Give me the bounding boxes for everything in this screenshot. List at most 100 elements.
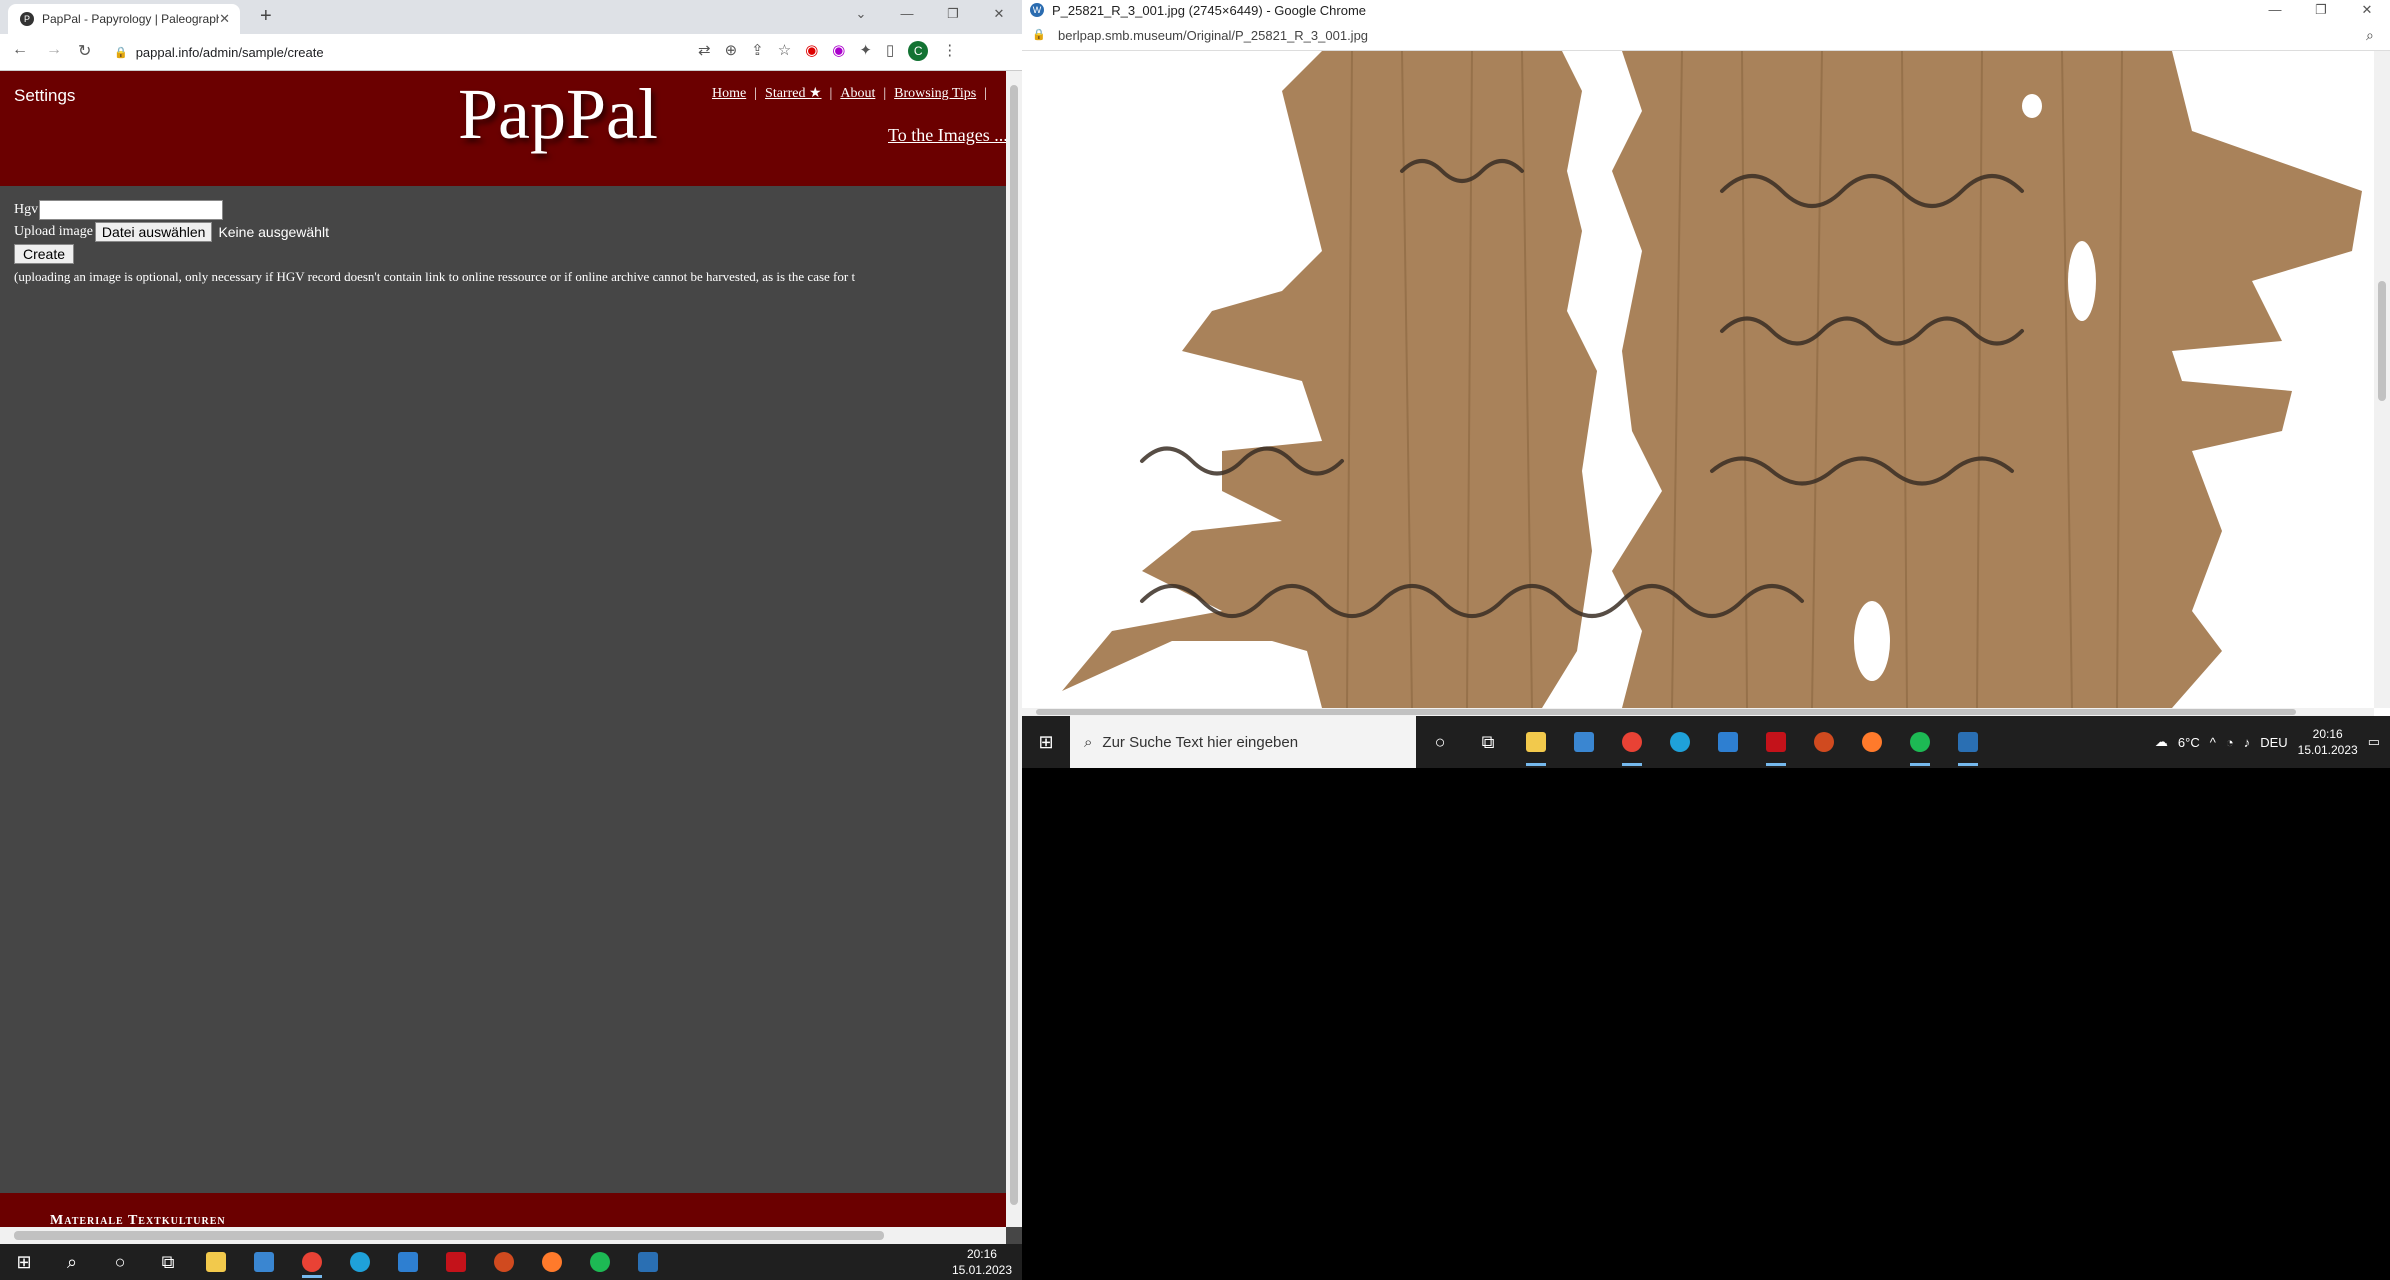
reload-icon[interactable]: ↻ bbox=[78, 41, 91, 61]
spotify-icon[interactable] bbox=[1896, 716, 1944, 768]
right-browser-window: W P_25821_R_3_001.jpg (2745×6449) - Goog… bbox=[1022, 0, 2390, 716]
papyrus-image[interactable] bbox=[1022, 51, 2390, 708]
url-text: pappal.info/admin/sample/create bbox=[135, 44, 324, 60]
upload-image-label: Upload image bbox=[14, 224, 93, 239]
clock[interactable]: 20:16 15.01.2023 bbox=[2298, 726, 2358, 758]
store-icon[interactable] bbox=[1560, 716, 1608, 768]
create-button[interactable]: Create bbox=[14, 244, 75, 264]
pappal-page: Settings PapPal Home | Starred ★ | About | Bro… bbox=[0, 71, 1008, 1229]
settings-link[interactable]: Settings bbox=[14, 86, 75, 106]
papyrus-fragment-right bbox=[1612, 51, 2362, 708]
vertical-scrollbar[interactable] bbox=[1006, 71, 1022, 1227]
horizontal-scrollbar[interactable] bbox=[0, 1227, 1006, 1244]
nav-browsing-tips[interactable]: Browsing Tips bbox=[894, 86, 976, 101]
pappal-logo[interactable]: PapPal bbox=[458, 73, 658, 156]
extension-red-icon[interactable]: ◉ bbox=[805, 41, 818, 61]
extensions-puzzle-icon[interactable]: ✦ bbox=[859, 41, 872, 61]
tab-pappal[interactable]: P PapPal - Papyrology | Paleograph ✕ bbox=[8, 4, 240, 34]
chevron-up-icon[interactable]: ^ bbox=[2210, 735, 2216, 750]
top-navigation: Home | Starred ★ | About | Browsing Tips | bbox=[712, 86, 988, 101]
weather-temp[interactable]: 6°C bbox=[2178, 735, 2200, 750]
volume-icon[interactable]: ♪ bbox=[2244, 735, 2251, 750]
pappal-favicon-icon: P bbox=[20, 12, 34, 26]
spotify-icon[interactable] bbox=[576, 1244, 624, 1280]
bookmark-star-icon[interactable]: ☆ bbox=[778, 41, 791, 61]
hgv-label: Hgv bbox=[14, 202, 39, 217]
minimize-icon[interactable]: — bbox=[884, 0, 930, 30]
task-view-icon[interactable]: ⧉ bbox=[144, 1244, 192, 1280]
powerpoint-icon[interactable] bbox=[480, 1244, 528, 1280]
create-sample-form: Hgv Upload image Datei auswählen Keine a… bbox=[14, 199, 1014, 285]
nav-home[interactable]: Home bbox=[712, 86, 746, 101]
firefox-icon[interactable] bbox=[528, 1244, 576, 1280]
to-the-images-link[interactable]: To the Images ... bbox=[888, 125, 1008, 146]
right-title-bar: W P_25821_R_3_001.jpg (2745×6449) - Goog… bbox=[1022, 0, 2390, 22]
task-view-icon[interactable]: ⧉ bbox=[1464, 716, 1512, 768]
chrome-icon[interactable] bbox=[1608, 716, 1656, 768]
system-tray: 20:16 15.01.2023 bbox=[952, 1246, 1022, 1278]
url-field[interactable]: berlpap.smb.museum/Original/P_25821_R_3_… bbox=[1058, 28, 1368, 43]
edge-icon[interactable] bbox=[1656, 716, 1704, 768]
horizontal-scrollbar[interactable] bbox=[1022, 708, 2374, 716]
site-favicon-icon: W bbox=[1030, 3, 1044, 17]
side-panel-icon[interactable]: ▯ bbox=[886, 41, 894, 61]
share-icon[interactable]: ⇪ bbox=[751, 41, 764, 61]
zoom-icon[interactable]: ⊕ bbox=[725, 41, 738, 61]
edge-icon[interactable] bbox=[336, 1244, 384, 1280]
windows-start-icon[interactable]: ⊞ bbox=[0, 1244, 48, 1280]
cortana-icon[interactable]: ○ bbox=[1416, 716, 1464, 768]
acrobat-icon[interactable] bbox=[432, 1244, 480, 1280]
page-footer: Materiale Textkulturen bbox=[0, 1193, 1006, 1229]
forward-icon[interactable]: → bbox=[46, 41, 62, 59]
close-window-icon[interactable]: ✕ bbox=[976, 0, 1022, 30]
mail-icon[interactable] bbox=[1704, 716, 1752, 768]
back-icon[interactable]: ← bbox=[12, 41, 28, 59]
tab-search-icon[interactable]: ⌄ bbox=[838, 0, 884, 30]
close-tab-icon[interactable]: ✕ bbox=[219, 11, 230, 27]
url-field[interactable]: 🔒 pappal.info/admin/sample/create bbox=[106, 39, 666, 65]
powerpoint-icon[interactable] bbox=[1800, 716, 1848, 768]
menu-dots-icon[interactable]: ⋮ bbox=[942, 41, 957, 61]
choose-file-button[interactable]: Datei auswählen bbox=[94, 222, 213, 242]
mail-icon[interactable] bbox=[384, 1244, 432, 1280]
hgv-input[interactable] bbox=[39, 200, 224, 220]
lock-icon: 🔒 bbox=[1032, 29, 1046, 41]
page-header: Settings PapPal Home | Starred ★ | About | Bro… bbox=[0, 71, 1008, 186]
new-tab-icon[interactable]: + bbox=[260, 5, 272, 28]
photos-icon[interactable] bbox=[1944, 716, 1992, 768]
clock-time: 20:16 bbox=[2312, 727, 2343, 741]
acrobat-icon[interactable] bbox=[1752, 716, 1800, 768]
clock[interactable]: 20:16 15.01.2023 bbox=[952, 1246, 1012, 1278]
chrome-icon[interactable] bbox=[288, 1244, 336, 1280]
language-indicator[interactable]: DEU bbox=[2260, 735, 2287, 750]
system-tray: ☁ 6°C ^ ◔ ♪ DEU 20:16 15.01.2023 ▭ bbox=[2155, 726, 2390, 758]
extension-purple-icon[interactable]: ◉ bbox=[832, 41, 845, 61]
papyrus-hole bbox=[2022, 94, 2042, 118]
nav-about[interactable]: About bbox=[840, 86, 875, 101]
upload-note: (uploading an image is optional, only ne… bbox=[14, 269, 856, 284]
clock-time: 20:16 bbox=[966, 1247, 997, 1261]
taskbar-search-box[interactable]: ⌕ Zur Suche Text hier eingeben bbox=[1070, 716, 1416, 768]
zoom-icon[interactable]: ⌕ bbox=[2366, 27, 2374, 44]
file-explorer-icon[interactable] bbox=[192, 1244, 240, 1280]
store-icon[interactable] bbox=[240, 1244, 288, 1280]
weather-icon[interactable]: ☁ bbox=[2155, 734, 2168, 750]
tab-title: PapPal - Papyrology | Paleograph bbox=[42, 12, 220, 26]
search-icon[interactable]: ⌕ bbox=[48, 1244, 96, 1280]
photos-icon[interactable] bbox=[624, 1244, 672, 1280]
firefox-icon[interactable] bbox=[1848, 716, 1896, 768]
translate-icon[interactable]: ⇄ bbox=[698, 41, 711, 61]
network-icon[interactable]: ◔ bbox=[2226, 735, 2234, 750]
nav-starred[interactable]: Starred ★ bbox=[765, 86, 821, 101]
clock-date: 15.01.2023 bbox=[2297, 743, 2358, 757]
no-file-selected-text: Keine ausgewählt bbox=[218, 224, 329, 240]
restore-icon[interactable]: ❐ bbox=[930, 0, 976, 30]
notification-icon[interactable]: ▭ bbox=[2368, 734, 2380, 750]
file-explorer-icon[interactable] bbox=[1512, 716, 1560, 768]
papyrus-hole bbox=[1854, 601, 1890, 681]
taskbar-left: ⊞ ⌕ ○ ⧉ 20:16 15.01.2023 bbox=[0, 1244, 1022, 1280]
vertical-scrollbar[interactable] bbox=[2374, 51, 2390, 708]
windows-start-icon[interactable]: ⊞ bbox=[1022, 716, 1070, 768]
profile-avatar[interactable]: C bbox=[908, 41, 929, 61]
cortana-icon[interactable]: ○ bbox=[96, 1244, 144, 1280]
